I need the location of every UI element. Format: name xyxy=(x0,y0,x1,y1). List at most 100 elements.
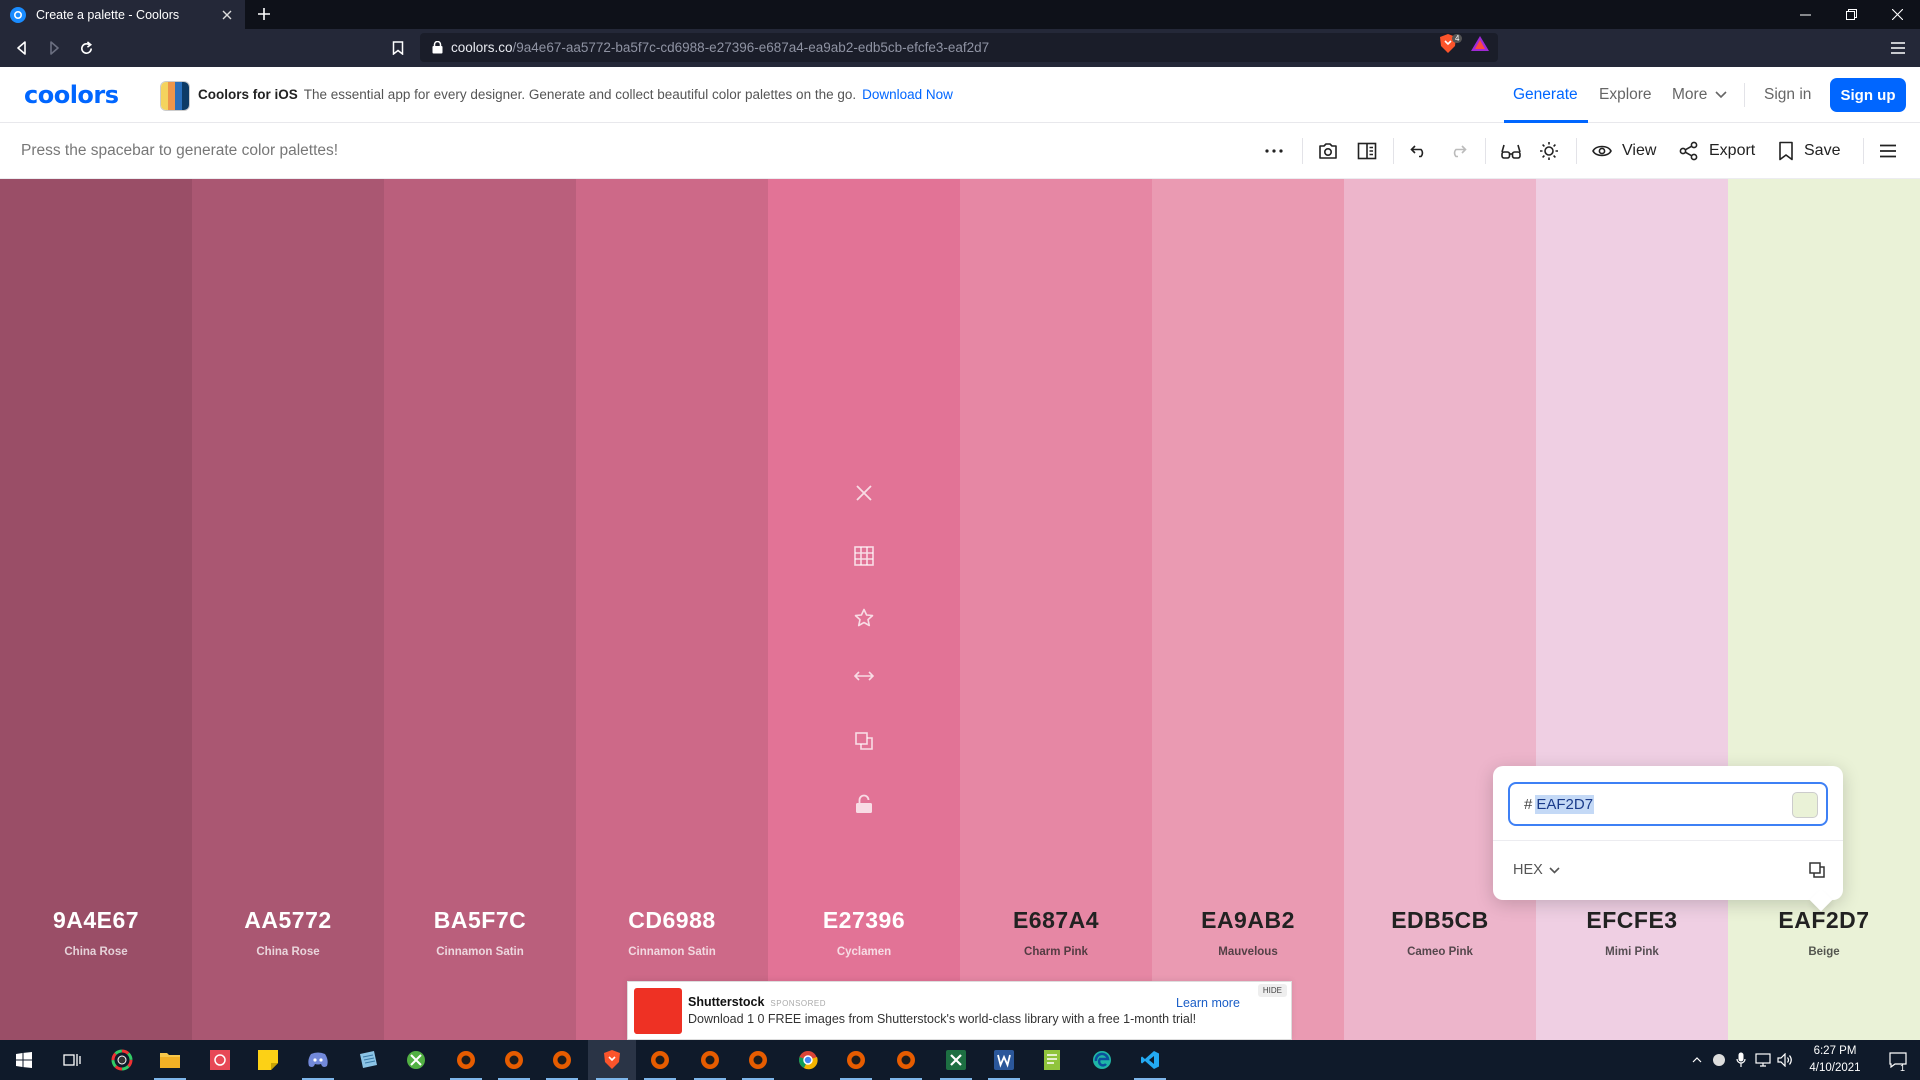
download-now-link[interactable]: Download Now xyxy=(862,87,953,102)
drag-arrows-icon[interactable] xyxy=(848,670,880,732)
color-hex[interactable]: AA5772 xyxy=(192,907,384,934)
color-column[interactable]: 9A4E67 China Rose xyxy=(0,179,192,1040)
task-view-icon[interactable] xyxy=(48,1040,96,1080)
sponsored-ad[interactable]: Shutterstock SPONSORED Download 1 0 FREE … xyxy=(627,981,1292,1040)
hamburger-menu-icon[interactable] xyxy=(1879,139,1907,163)
system-clock[interactable]: 6:27 PM 4/10/2021 xyxy=(1794,1043,1876,1077)
color-column[interactable]: EA9AB2 Mauvelous xyxy=(1152,179,1344,1040)
view-button[interactable]: View xyxy=(1592,139,1656,163)
color-name[interactable]: Beige xyxy=(1728,946,1920,958)
color-column[interactable]: CD6988 Cinnamon Satin xyxy=(576,179,768,1040)
photo-app-icon[interactable] xyxy=(196,1040,244,1080)
obs-app-icon[interactable] xyxy=(882,1040,930,1080)
back-icon[interactable] xyxy=(12,38,32,58)
obs-app-icon[interactable] xyxy=(686,1040,734,1080)
color-hex[interactable]: EFCFE3 xyxy=(1536,907,1728,934)
close-window-icon[interactable] xyxy=(1874,0,1920,29)
edge-icon[interactable] xyxy=(1078,1040,1126,1080)
address-bar[interactable]: coolors.co/9a4e67-aa5772-ba5f7c-cd6988-e… xyxy=(420,33,1498,62)
color-wheel-app-icon[interactable] xyxy=(98,1040,146,1080)
forward-icon[interactable] xyxy=(44,38,64,58)
vscode-icon[interactable] xyxy=(1126,1040,1174,1080)
minimize-icon[interactable] xyxy=(1782,0,1828,29)
sticky-notes-icon[interactable] xyxy=(244,1040,292,1080)
obs-app-icon[interactable] xyxy=(832,1040,880,1080)
color-hex[interactable]: EA9AB2 xyxy=(1152,907,1344,934)
color-column[interactable]: BA5F7C Cinnamon Satin xyxy=(384,179,576,1040)
color-name[interactable]: Charm Pink xyxy=(960,946,1152,958)
hex-input[interactable]: # EAF2D7 xyxy=(1508,782,1828,826)
color-column[interactable]: EDB5CB Cameo Pink xyxy=(1344,179,1536,1040)
browser-tab[interactable]: Create a palette - Coolors xyxy=(0,0,245,29)
color-mode-dropdown[interactable]: HEX xyxy=(1513,862,1560,878)
reload-icon[interactable] xyxy=(76,38,96,58)
notepad-icon[interactable] xyxy=(344,1040,392,1080)
obs-app-icon[interactable] xyxy=(490,1040,538,1080)
color-name[interactable]: Cinnamon Satin xyxy=(576,946,768,958)
nav-generate[interactable]: Generate xyxy=(1513,86,1578,104)
nav-explore[interactable]: Explore xyxy=(1599,86,1652,104)
save-button[interactable]: Save xyxy=(1778,139,1840,163)
color-column[interactable]: E27396 Cyclamen xyxy=(768,179,960,1040)
learn-more-link[interactable]: Learn more xyxy=(1176,996,1240,1010)
export-button[interactable]: Export xyxy=(1679,139,1755,163)
brave-browser-icon[interactable] xyxy=(588,1040,636,1080)
word-icon[interactable] xyxy=(980,1040,1028,1080)
volume-icon[interactable] xyxy=(1774,1040,1796,1080)
lock-icon[interactable] xyxy=(848,794,880,856)
undo-icon[interactable] xyxy=(1410,139,1438,163)
hex-value[interactable]: EAF2D7 xyxy=(1535,794,1595,814)
color-swatch[interactable] xyxy=(1792,792,1818,818)
notification-center-icon[interactable]: 1 xyxy=(1878,1040,1918,1080)
brightness-icon[interactable] xyxy=(1539,139,1569,163)
microphone-icon[interactable] xyxy=(1730,1040,1752,1080)
obs-app-icon[interactable] xyxy=(442,1040,490,1080)
copy-icon[interactable] xyxy=(1809,862,1825,878)
bookmark-icon[interactable] xyxy=(388,38,408,58)
remove-color-icon[interactable] xyxy=(848,484,880,546)
obs-app-icon[interactable] xyxy=(538,1040,586,1080)
discord-icon[interactable] xyxy=(294,1040,342,1080)
file-explorer-icon[interactable] xyxy=(146,1040,194,1080)
color-hex[interactable]: E27396 xyxy=(768,907,960,934)
color-name[interactable]: China Rose xyxy=(0,946,192,958)
color-hex[interactable]: EDB5CB xyxy=(1344,907,1536,934)
camera-icon[interactable] xyxy=(1318,139,1348,163)
color-column[interactable]: E687A4 Charm Pink xyxy=(960,179,1152,1040)
color-hex[interactable]: E687A4 xyxy=(960,907,1152,934)
restore-icon[interactable] xyxy=(1828,0,1874,29)
shades-grid-icon[interactable] xyxy=(848,546,880,608)
tray-app-icon[interactable] xyxy=(1708,1040,1730,1080)
more-options-icon[interactable] xyxy=(1265,139,1293,163)
chrome-icon[interactable] xyxy=(784,1040,832,1080)
color-name[interactable]: Mimi Pink xyxy=(1536,946,1728,958)
new-tab-icon[interactable] xyxy=(254,4,274,24)
color-column[interactable]: EFCFE3 Mimi Pink xyxy=(1536,179,1728,1040)
copy-hex-icon[interactable] xyxy=(848,732,880,794)
close-tab-icon[interactable] xyxy=(219,7,235,23)
color-hex[interactable]: CD6988 xyxy=(576,907,768,934)
color-name[interactable]: Mauvelous xyxy=(1152,946,1344,958)
sign-up-button[interactable]: Sign up xyxy=(1830,78,1906,112)
color-column[interactable]: AA5772 China Rose xyxy=(192,179,384,1040)
tray-overflow-icon[interactable] xyxy=(1686,1040,1708,1080)
color-hex[interactable]: 9A4E67 xyxy=(0,907,192,934)
obs-app-icon[interactable] xyxy=(636,1040,684,1080)
obs-app-icon[interactable] xyxy=(734,1040,782,1080)
color-name[interactable]: Cyclamen xyxy=(768,946,960,958)
windows-start-icon[interactable] xyxy=(0,1040,48,1080)
color-column[interactable]: EAF2D7 Beige xyxy=(1728,179,1920,1040)
color-name[interactable]: Cameo Pink xyxy=(1344,946,1536,958)
coolors-logo[interactable]: coolors xyxy=(24,81,119,109)
brave-rewards-icon[interactable] xyxy=(1470,34,1490,54)
color-hex[interactable]: BA5F7C xyxy=(384,907,576,934)
xbox-icon[interactable] xyxy=(392,1040,440,1080)
favorite-star-icon[interactable] xyxy=(848,608,880,670)
excel-icon[interactable] xyxy=(932,1040,980,1080)
glasses-icon[interactable] xyxy=(1500,139,1532,163)
sign-in-link[interactable]: Sign in xyxy=(1764,86,1811,104)
hide-ad-button[interactable]: HIDE xyxy=(1257,984,1287,997)
color-hex[interactable]: EAF2D7 xyxy=(1728,907,1920,934)
nav-more[interactable]: More xyxy=(1672,86,1727,104)
color-name[interactable]: China Rose xyxy=(192,946,384,958)
